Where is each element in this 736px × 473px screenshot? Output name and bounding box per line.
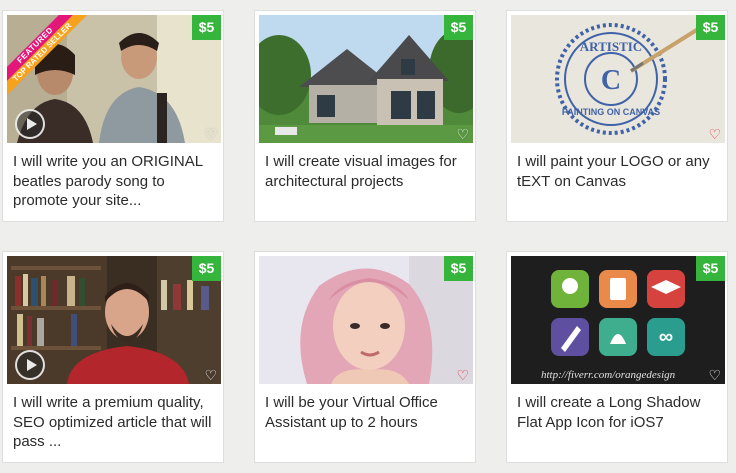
price-badge: $5 bbox=[696, 256, 725, 281]
price-badge: $5 bbox=[444, 15, 473, 40]
gig-card[interactable]: $5 ♡ I will write a premium quality, SEO… bbox=[2, 251, 224, 463]
price-badge: $5 bbox=[192, 256, 221, 281]
price-badge: $5 bbox=[192, 15, 221, 40]
gig-thumbnail[interactable]: ∞ http://fiverr.com/orangedesign $5 ♡ bbox=[511, 256, 725, 384]
gig-card[interactable]: ∞ http://fiverr.com/orangedesign $5 ♡ I … bbox=[506, 251, 728, 463]
gig-thumbnail[interactable]: FEATURED TOP RATED SELLER $5 ♡ bbox=[7, 15, 221, 143]
gig-title[interactable]: I will be your Virtual Office Assistant … bbox=[265, 393, 467, 432]
gig-card[interactable]: $5 ♡ I will be your Virtual Office Assis… bbox=[254, 251, 476, 463]
gig-title[interactable]: I will write you an ORIGINAL beatles par… bbox=[13, 152, 215, 211]
price-badge: $5 bbox=[444, 256, 473, 281]
house-render-image bbox=[259, 15, 473, 143]
gig-title[interactable]: I will create visual images for architec… bbox=[265, 152, 467, 191]
gig-card[interactable]: $5 ♡ I will create visual images for arc… bbox=[254, 10, 476, 222]
gig-thumbnail[interactable]: $5 ♡ bbox=[259, 15, 473, 143]
gig-title[interactable]: I will paint your LOGO or any tEXT on Ca… bbox=[517, 152, 719, 191]
canvas-logo-image: ARTISTIC C PAINTING ON CANVAS bbox=[511, 15, 725, 143]
heart-icon[interactable]: ♡ bbox=[204, 127, 217, 141]
watermark-text: http://fiverr.com/orangedesign bbox=[541, 369, 676, 381]
heart-icon[interactable]: ♡ bbox=[456, 127, 469, 141]
play-icon[interactable] bbox=[15, 109, 45, 139]
gig-thumbnail[interactable]: $5 ♡ bbox=[259, 256, 473, 384]
price-badge: $5 bbox=[696, 15, 725, 40]
play-icon[interactable] bbox=[15, 350, 45, 380]
app-icons-image: ∞ http://fiverr.com/orangedesign bbox=[511, 256, 725, 384]
gig-card[interactable]: FEATURED TOP RATED SELLER $5 ♡ I will wr… bbox=[2, 10, 224, 222]
heart-icon[interactable]: ♡ bbox=[204, 368, 217, 382]
stamp-bottom-text: PAINTING ON CANVAS bbox=[562, 107, 660, 117]
portrait-image bbox=[259, 256, 473, 384]
heart-icon[interactable]: ♡ bbox=[456, 368, 469, 382]
svg-text:∞: ∞ bbox=[659, 326, 673, 348]
heart-icon[interactable]: ♡ bbox=[708, 127, 721, 141]
gig-title[interactable]: I will write a premium quality, SEO opti… bbox=[13, 393, 215, 452]
stamp-letter: C bbox=[601, 65, 621, 96]
gig-card[interactable]: ARTISTIC C PAINTING ON CANVAS $5 ♡ I wil… bbox=[506, 10, 728, 222]
heart-icon[interactable]: ♡ bbox=[708, 368, 721, 382]
stamp-top-text: ARTISTIC bbox=[580, 39, 642, 54]
gig-thumbnail[interactable]: ARTISTIC C PAINTING ON CANVAS $5 ♡ bbox=[511, 15, 725, 143]
gig-title[interactable]: I will create a Long Shadow Flat App Ico… bbox=[517, 393, 719, 432]
gig-thumbnail[interactable]: $5 ♡ bbox=[7, 256, 221, 384]
